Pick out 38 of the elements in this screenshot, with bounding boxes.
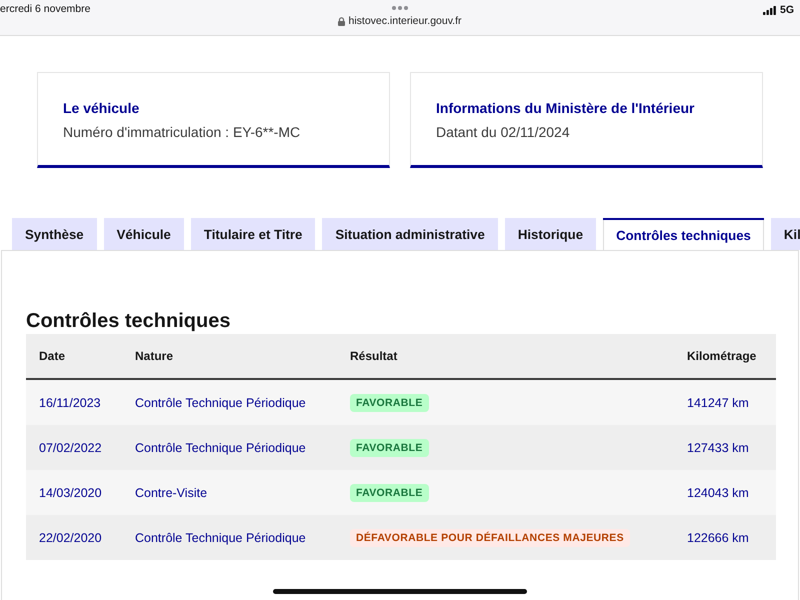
result-badge: FAVORABLE <box>350 394 429 412</box>
column-header: Kilométrage <box>686 349 758 363</box>
card-title: Le véhicule <box>63 99 140 117</box>
table-cell-text: 122666 km <box>686 530 750 544</box>
column-header: Nature <box>134 349 174 363</box>
tab[interactable]: Situation administrative <box>322 218 498 250</box>
table-cell-text: Contre-Visite <box>134 486 208 500</box>
table-cell-text: Contrôle Technique Périodique <box>134 440 307 454</box>
table-cell-text: 14/03/2020 <box>38 486 103 500</box>
lock-icon <box>338 17 346 26</box>
table-cell-text: 127433 km <box>686 440 750 454</box>
result-badge: DÉFAVORABLE POUR DÉFAILLANCES MAJEURES <box>350 528 630 546</box>
table-cell-text: 07/02/2022 <box>38 440 103 454</box>
url-text[interactable]: histovec.interieur.gouv.fr <box>348 15 462 28</box>
tab[interactable]: Contrôles techniques <box>603 218 764 250</box>
date-text: ercredi 6 novembre <box>0 2 90 16</box>
signal-icon <box>762 6 776 15</box>
table-cell-text: 16/11/2023 <box>38 396 102 410</box>
more-icon[interactable] <box>392 6 408 10</box>
card-text: Numéro d'immatriculation : EY-6**-MC <box>63 123 302 141</box>
tab[interactable]: Historique <box>504 218 596 250</box>
tab[interactable]: Synthèse <box>12 218 97 250</box>
column-header: Résultat <box>349 349 398 363</box>
tab[interactable]: Titulaire et Titre <box>190 218 316 250</box>
tab[interactable]: Kil <box>770 218 800 250</box>
card-text: Datant du 02/11/2024 <box>436 123 571 141</box>
result-badge: FAVORABLE <box>350 438 429 456</box>
tab[interactable]: Véhicule <box>104 218 184 250</box>
column-header: Date <box>38 349 66 363</box>
section-heading: Contrôles techniques <box>26 309 232 333</box>
table-cell-text: Contrôle Technique Périodique <box>134 530 307 544</box>
network-label: 5G <box>780 4 794 17</box>
table-cell-text: 124043 km <box>686 486 750 500</box>
result-badge: FAVORABLE <box>350 484 429 502</box>
table-cell-text: Contrôle Technique Périodique <box>134 396 307 410</box>
table-cell-text: 22/02/2020 <box>38 530 103 544</box>
card-title: Informations du Ministère de l'Intérieur <box>436 99 696 117</box>
table-cell-text: 141247 km <box>686 396 750 410</box>
